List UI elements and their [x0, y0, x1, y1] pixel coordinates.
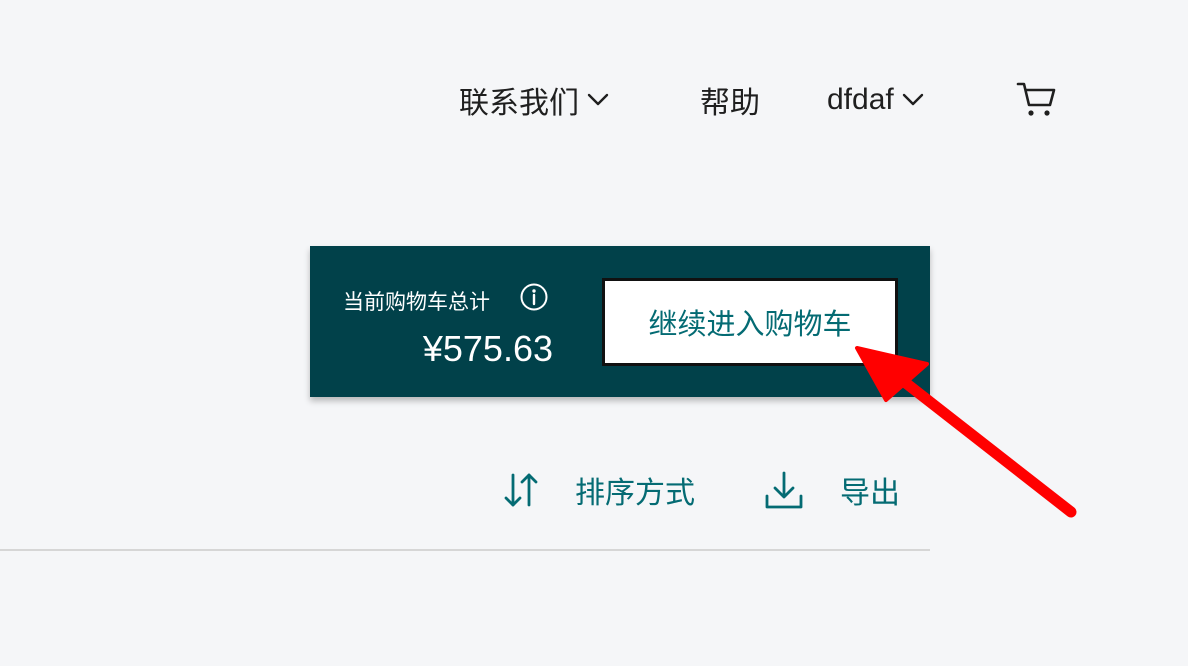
nav-contact-us[interactable]: 联系我们: [459, 78, 609, 122]
info-icon[interactable]: [519, 282, 549, 312]
sort-label: 排序方式: [575, 477, 695, 510]
continue-to-cart-button[interactable]: 继续进入购物车: [602, 278, 898, 366]
export-button[interactable]: 导出: [764, 466, 900, 514]
nav-account-label: dfdaf: [827, 83, 894, 116]
nav-account-menu[interactable]: dfdaf: [827, 78, 924, 122]
nav-help-label: 帮助: [700, 87, 760, 120]
nav-contact-us-label: 联系我们: [459, 87, 579, 120]
cart-summary-panel: 当前购物车总计 ¥575.63 继续进入购物车: [310, 246, 930, 397]
cart-icon: [1016, 82, 1056, 116]
cart-total-label: 当前购物车总计: [343, 291, 490, 314]
chevron-down-icon: [902, 93, 923, 106]
download-icon: [765, 471, 803, 509]
cart-button[interactable]: [1016, 80, 1058, 118]
chevron-down-icon: [587, 93, 609, 106]
section-divider: [0, 549, 930, 551]
export-label: 导出: [840, 477, 900, 510]
cart-total-amount: ¥575.63: [422, 328, 553, 369]
sort-button[interactable]: 排序方式: [503, 466, 695, 514]
nav-help[interactable]: 帮助: [700, 78, 760, 122]
sort-arrows-icon: [504, 473, 538, 507]
